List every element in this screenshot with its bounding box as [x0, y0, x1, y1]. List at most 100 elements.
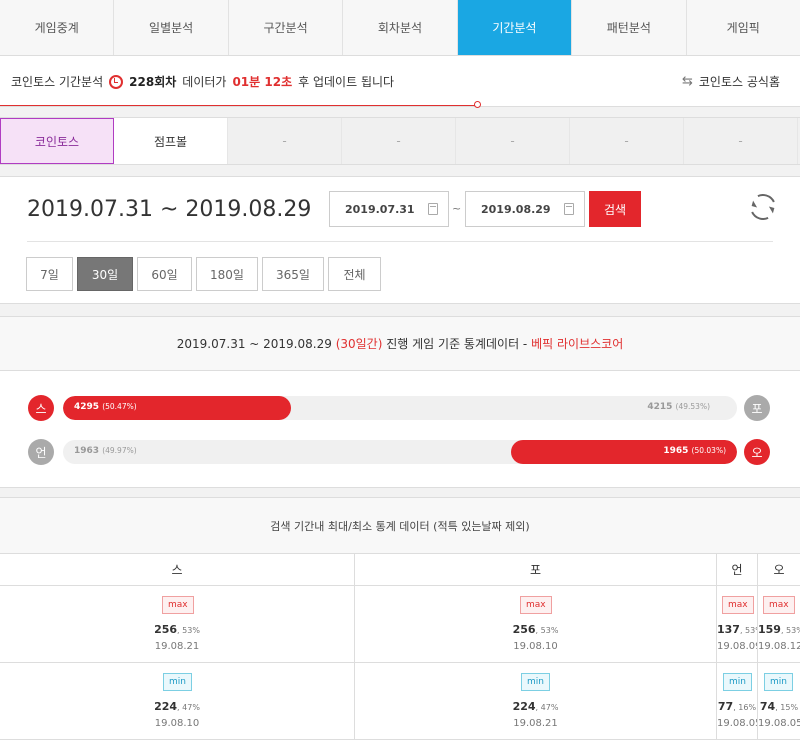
start-date-input[interactable]: 2019.07.31: [329, 191, 449, 227]
subtab-jumpball[interactable]: 점프볼: [114, 118, 228, 164]
input-tilde: ~: [452, 202, 462, 215]
end-date-input[interactable]: 2019.08.29: [465, 191, 585, 227]
range-tilde: ~: [159, 197, 179, 222]
min-date: 19.08.10: [154, 718, 200, 729]
start-date-value: 2019.07.31: [345, 202, 415, 216]
nav-tab-interval[interactable]: 구간분석: [229, 0, 344, 55]
max-tag: max: [763, 596, 795, 614]
stats-days: (30일간): [335, 337, 383, 351]
col-head-p: 포: [355, 554, 717, 586]
nav-tab-live[interactable]: 게임중계: [0, 0, 115, 55]
side-icon-p: 포: [744, 395, 770, 421]
clock-icon: [109, 74, 124, 89]
min-cell-o: min 74, 15% 19.08.05: [758, 663, 800, 740]
minmax-panel: 검색 기간내 최대/최소 통계 데이터 (적특 있는날짜 제외) 스 포 언 오…: [0, 497, 800, 742]
min-date: 19.08.05: [758, 718, 800, 729]
min-cell-p: min 224, 47% 19.08.21: [355, 663, 717, 740]
countdown: 01분 12초: [232, 75, 293, 89]
col-head-s: 스: [0, 554, 355, 586]
max-value: 256, 53%: [512, 623, 559, 636]
swap-icon: ⇆: [681, 74, 693, 89]
subtab-empty: -: [228, 118, 342, 164]
nav-tab-daily[interactable]: 일별분석: [114, 0, 229, 55]
main-nav: 게임중계 일별분석 구간분석 회차분석 기간분석 패턴분석 게임픽: [0, 0, 800, 56]
max-value: 159, 53%: [758, 623, 800, 636]
min-tag: min: [521, 673, 550, 691]
nav-tab-pattern[interactable]: 패턴분석: [572, 0, 687, 55]
bar-track: 1963 (49.97%) 1965 (50.03%): [63, 440, 737, 464]
min-value: 74, 15%: [759, 700, 799, 713]
max-tag: max: [520, 596, 552, 614]
min-cell-u: min 77, 16% 19.08.05: [717, 663, 758, 740]
stats-bar-row-2: 언 1963 (49.97%) 1965 (50.03%) 오: [28, 439, 773, 465]
official-link[interactable]: ⇆ 코인토스 공식홈: [682, 73, 780, 90]
min-tag: min: [163, 673, 192, 691]
round-number: 228회차: [129, 75, 177, 89]
subtab-empty: -: [570, 118, 684, 164]
progress-marker: [474, 101, 481, 108]
min-tag: min: [764, 673, 793, 691]
min-date: 19.08.05: [717, 718, 758, 729]
calendar-icon[interactable]: [428, 203, 438, 215]
max-cell-s: max 256, 53% 19.08.21: [0, 586, 355, 663]
period-365d-button[interactable]: 365일: [262, 257, 324, 291]
min-cell-s: min 224, 47% 19.08.10: [0, 663, 355, 740]
info-prefix: 코인토스 기간분석: [11, 75, 104, 89]
divider: [27, 241, 773, 242]
stats-bar-row-1: 스 4295 (50.47%) 4215 (49.53%) 포: [28, 395, 773, 421]
period-60d-button[interactable]: 60일: [137, 257, 192, 291]
subtab-empty: -: [456, 118, 570, 164]
bar-right-label: 4215 (49.53%): [647, 402, 710, 412]
col-head-u: 언: [717, 554, 758, 586]
info-bar: 코인토스 기간분석 228회차 데이터가 01분 12초 후 업데이트 됩니다 …: [0, 56, 800, 108]
bar-left-label: 1963 (49.97%): [74, 446, 137, 456]
selected-range: 2019.07.31 ~ 2019.08.29: [27, 197, 311, 222]
nav-tab-round[interactable]: 회차분석: [343, 0, 458, 55]
game-subtabs: 코인토스 점프볼 - - - - -: [0, 117, 800, 165]
min-value: 224, 47%: [512, 700, 559, 713]
period-180d-button[interactable]: 180일: [196, 257, 258, 291]
stats-header: 2019.07.31 ~ 2019.08.29 (30일간) 진행 게임 기준 …: [0, 317, 800, 371]
bar-right-label: 1965 (50.03%): [663, 446, 726, 456]
min-value: 224, 47%: [154, 700, 200, 713]
bar-left-label: 4295 (50.47%): [74, 402, 137, 412]
nav-tab-gamepick[interactable]: 게임픽: [687, 0, 800, 55]
minmax-title: 검색 기간내 최대/최소 통계 데이터 (적특 있는날짜 제외): [0, 498, 800, 554]
stats-desc: 진행 게임 기준 통계데이터 -: [386, 337, 528, 351]
min-date: 19.08.21: [513, 718, 558, 729]
max-tag: max: [722, 596, 754, 614]
stats-source: 베픽 라이브스코어: [531, 337, 624, 351]
side-icon-o: 오: [744, 439, 770, 465]
update-info: 코인토스 기간분석 228회차 데이터가 01분 12초 후 업데이트 됩니다: [11, 73, 394, 90]
side-icon-u: 언: [28, 439, 54, 465]
min-value: 77, 16%: [717, 700, 757, 713]
period-all-button[interactable]: 전체: [328, 257, 381, 291]
refresh-icon[interactable]: [746, 190, 780, 224]
update-progress: [0, 105, 478, 106]
col-head-o: 오: [758, 554, 800, 586]
stats-range: 2019.07.31 ~ 2019.08.29: [176, 336, 332, 351]
range-end-text: 2019.08.29: [185, 197, 312, 222]
max-date: 19.08.09: [717, 641, 758, 652]
calendar-icon[interactable]: [564, 203, 574, 215]
max-tag: max: [162, 596, 194, 614]
range-start-text: 2019.07.31: [27, 197, 153, 222]
period-7d-button[interactable]: 7일: [26, 257, 73, 291]
subtab-cointoss[interactable]: 코인토스: [0, 118, 114, 164]
min-tag: min: [723, 673, 752, 691]
nav-tab-period[interactable]: 기간분석: [457, 0, 573, 55]
max-cell-o: max 159, 53% 19.08.12: [758, 586, 800, 663]
max-date: 19.08.21: [154, 641, 200, 652]
end-date-value: 2019.08.29: [481, 202, 551, 216]
subtab-empty: -: [684, 118, 798, 164]
period-30d-button[interactable]: 30일: [77, 257, 133, 291]
date-range-panel: 2019.07.31 ~ 2019.08.29 2019.07.31 ~ 201…: [0, 176, 800, 304]
max-value: 256, 53%: [154, 623, 200, 636]
search-button[interactable]: 검색: [589, 191, 641, 227]
bar-track: 4295 (50.47%) 4215 (49.53%): [63, 396, 737, 420]
max-cell-p: max 256, 53% 19.08.10: [355, 586, 717, 663]
max-date: 19.08.12: [758, 641, 800, 652]
stats-panel: 2019.07.31 ~ 2019.08.29 (30일간) 진행 게임 기준 …: [0, 316, 800, 488]
max-value: 137, 53%: [717, 623, 757, 636]
max-cell-u: max 137, 53% 19.08.09: [717, 586, 758, 663]
